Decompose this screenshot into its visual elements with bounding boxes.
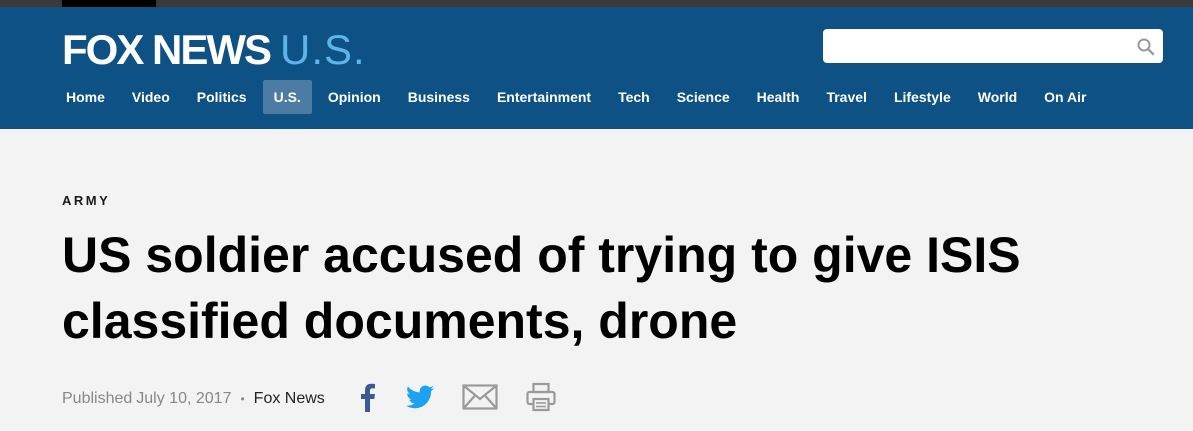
nav-item-world[interactable]: World [967,80,1028,114]
nav-item-science[interactable]: Science [666,80,741,114]
nav-item-travel[interactable]: Travel [815,80,877,114]
nav-item-on-air[interactable]: On Air [1033,80,1097,114]
article-category[interactable]: ARMY [62,193,110,208]
site-header: FOX NEWS U.S. Home Video Politics U.S. Opini… [0,7,1193,129]
nav-item-opinion[interactable]: Opinion [317,80,392,114]
nav-item-business[interactable]: Business [397,80,481,114]
nav-item-tech[interactable]: Tech [607,80,661,114]
nav-item-health[interactable]: Health [746,80,811,114]
brand-name: FOX NEWS [62,26,272,73]
nav-item-u-s[interactable]: U.S. [262,80,312,114]
nav-item-politics[interactable]: Politics [186,80,258,114]
published-label: Published [62,390,133,407]
main-nav: Home Video Politics U.S. Opinion Business Ente… [55,80,1102,114]
nav-item-home[interactable]: Home [55,80,116,114]
search-input[interactable] [823,29,1163,63]
top-strip [0,0,1193,7]
meta-separator: • [240,392,245,406]
article-meta: Published July 10, 2017 • Fox News [62,382,584,416]
article-headline: US soldier accused of trying to give ISI… [62,227,1021,349]
search-icon[interactable] [1136,37,1156,57]
published-date: July 10, 2017 [136,390,232,407]
share-bar [356,382,584,417]
facebook-icon[interactable] [356,382,378,417]
print-icon[interactable] [526,382,556,417]
section-name: U.S. [280,26,366,73]
email-icon[interactable] [462,383,498,415]
nav-item-lifestyle[interactable]: Lifestyle [883,80,962,114]
site-logo[interactable]: FOX NEWS U.S. [62,27,366,75]
nav-item-entertainment[interactable]: Entertainment [486,80,602,114]
top-strip-active-indicator [62,0,156,7]
article-source[interactable]: Fox News [254,390,325,408]
nav-item-video[interactable]: Video [121,80,181,114]
twitter-icon[interactable] [405,384,434,414]
